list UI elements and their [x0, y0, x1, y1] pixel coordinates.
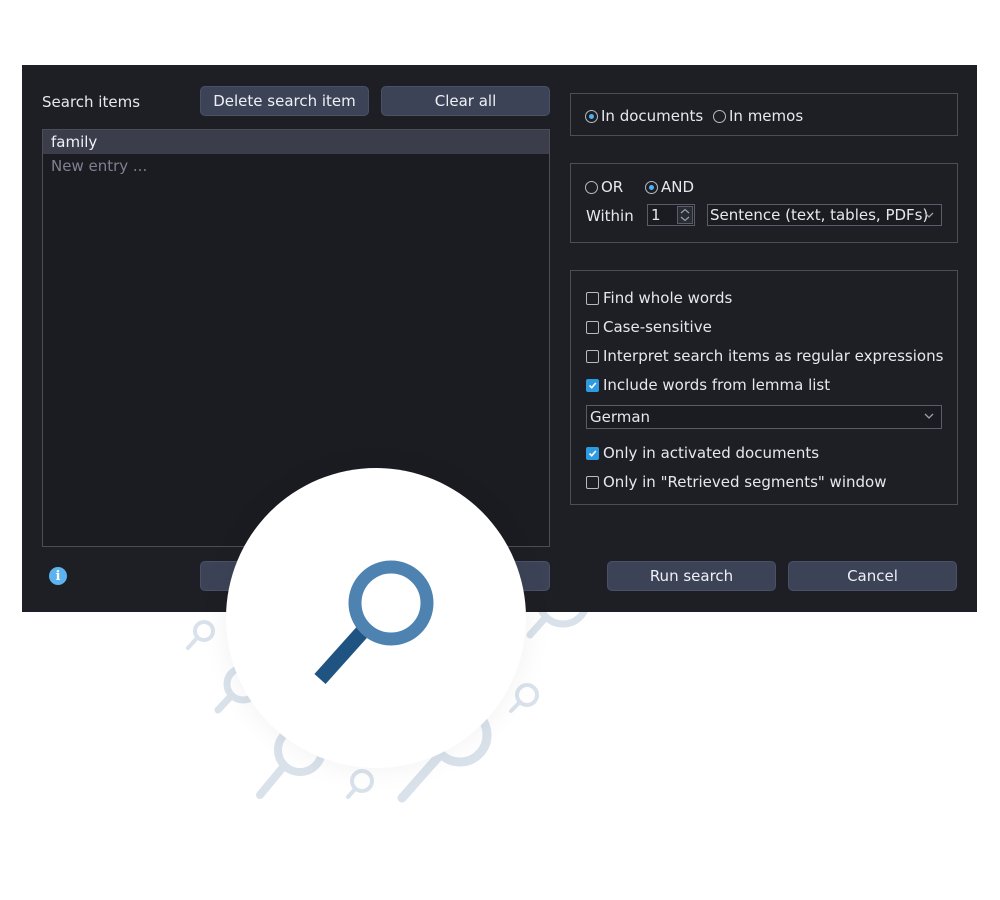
magnifier-icon	[314, 560, 434, 685]
radio-selected-icon	[585, 109, 598, 123]
or-radio[interactable]: OR	[585, 178, 623, 196]
bg-magnifier-icon	[346, 769, 374, 799]
regex-checkbox[interactable]: Interpret search items as regular expres…	[586, 347, 943, 365]
scope-group: In documents In memos	[570, 93, 958, 136]
in-documents-label: In documents	[601, 107, 704, 125]
in-memos-radio[interactable]: In memos	[713, 107, 803, 125]
or-label: OR	[601, 178, 624, 196]
info-icon[interactable]: i	[49, 567, 67, 585]
radio-icon	[585, 180, 598, 194]
unit-select[interactable]: Sentence (text, tables, PDFs)	[707, 204, 942, 226]
radio-icon	[713, 109, 726, 123]
whole-words-label: Find whole words	[603, 289, 733, 307]
delete-search-item-button[interactable]: Delete search item	[200, 86, 369, 116]
and-radio[interactable]: AND	[645, 178, 694, 196]
case-sensitive-label: Case-sensitive	[603, 318, 712, 336]
in-memos-label: In memos	[729, 107, 804, 125]
unit-select-value: Sentence (text, tables, PDFs)	[710, 206, 929, 224]
retrieved-segments-label: Only in "Retrieved segments" window	[603, 473, 887, 491]
language-select[interactable]: German	[586, 405, 942, 429]
checkbox-icon	[586, 320, 599, 334]
magnifier-badge	[226, 468, 526, 768]
activated-docs-checkbox[interactable]: Only in activated documents	[586, 444, 819, 462]
run-search-button[interactable]: Run search	[607, 561, 776, 591]
activated-docs-label: Only in activated documents	[603, 444, 820, 462]
bg-magnifier-icon	[186, 620, 215, 650]
logic-group: OR AND Within 1 Sentence (text, tables, …	[570, 163, 958, 243]
retrieved-segments-checkbox[interactable]: Only in "Retrieved segments" window	[586, 473, 886, 491]
language-select-value: German	[590, 408, 651, 426]
checkbox-checked-icon	[586, 378, 599, 392]
regex-label: Interpret search items as regular expres…	[603, 347, 944, 365]
checkmark-icon	[588, 449, 597, 457]
clear-all-button[interactable]: Clear all	[381, 86, 550, 116]
list-item[interactable]: family	[43, 130, 549, 154]
chevron-down-icon	[924, 212, 934, 218]
whole-words-checkbox[interactable]: Find whole words	[586, 289, 732, 307]
checkbox-icon	[586, 349, 599, 363]
lemma-checkbox[interactable]: Include words from lemma list	[586, 376, 830, 394]
new-entry-row[interactable]: New entry ...	[43, 154, 549, 178]
radio-selected-icon	[645, 180, 658, 194]
and-label: AND	[661, 178, 695, 196]
within-label: Within	[586, 207, 634, 225]
within-value: 1	[651, 206, 661, 224]
checkbox-checked-icon	[586, 446, 599, 460]
in-documents-radio[interactable]: In documents	[585, 107, 703, 125]
search-items-label: Search items	[42, 93, 141, 111]
within-stepper[interactable]: 1	[647, 204, 695, 226]
checkmark-icon	[588, 381, 597, 389]
lemma-label: Include words from lemma list	[603, 376, 831, 394]
cancel-button[interactable]: Cancel	[788, 561, 957, 591]
options-group: Find whole words Case-sensitive Interpre…	[570, 270, 958, 505]
stepper-arrows-icon[interactable]	[677, 206, 693, 224]
chevron-down-icon	[924, 413, 934, 419]
checkbox-icon	[586, 475, 599, 489]
case-sensitive-checkbox[interactable]: Case-sensitive	[586, 318, 712, 336]
checkbox-icon	[586, 291, 599, 305]
